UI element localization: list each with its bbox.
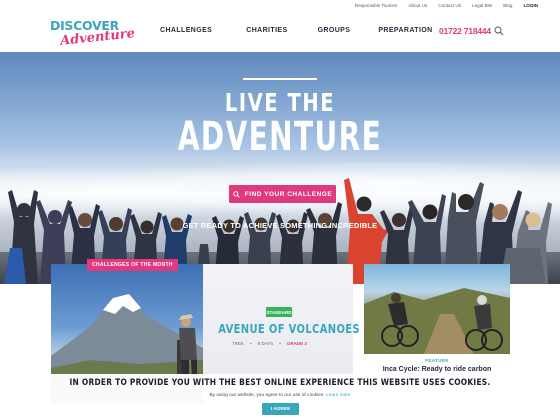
cookie-text: By using our website, you agree to our u… [0,393,560,398]
agree-button-label: I AGREE [270,406,291,412]
featured-title[interactable]: AVENUE OF VOLCANOES TREK [218,321,394,336]
main-nav: CHALLENGES CHARITIES GROUPS PREPARATION [160,27,433,34]
cyclists-illustration [364,288,510,354]
link-about-us[interactable]: About Us [408,3,427,8]
challenges-of-month-label: CHALLENGES OF THE MONTH [92,262,173,268]
challenges-of-month-tag: CHALLENGES OF THE MONTH [87,259,178,271]
nav-groups[interactable]: GROUPS [318,27,351,34]
learn-more-link[interactable]: Learn more [326,393,351,398]
standard-badge: STANDARD [266,307,292,317]
hero-title-line1: LIVE THE [224,88,336,117]
login-link[interactable]: LOGIN [523,3,538,8]
meta-grade: GRADE 3 [286,341,307,346]
search-icon[interactable] [494,26,504,36]
cyclists-image [364,264,510,354]
hero-tagline: GET READY TO ACHIEVE SOMETHING INCREDIBL… [182,221,378,230]
meta-days: 9 DAYS [257,341,274,346]
cookie-banner: IN ORDER TO PROVIDE YOU WITH THE BEST ON… [0,374,560,420]
nav-challenges[interactable]: CHALLENGES [160,27,212,34]
link-blog[interactable]: Blog [503,3,512,8]
meta-separator: • [279,341,281,346]
nav-preparation[interactable]: PREPARATION [378,27,432,34]
agree-button[interactable]: I AGREE [262,403,299,415]
link-responsible-tourism[interactable]: Responsible Tourism [355,3,398,8]
search-icon [233,190,240,198]
find-challenge-label: FIND YOUR CHALLENGE [244,190,333,198]
site-header: DISCOVER Adventure CHALLENGES CHARITIES … [0,12,560,52]
link-contact-us[interactable]: Contact Us [438,3,461,8]
feature-title[interactable]: Inca Cycle: Ready to ride carbon [364,366,510,373]
cookie-title: IN ORDER TO PROVIDE YOU WITH THE BEST ON… [69,378,491,388]
phone-number[interactable]: 01722 718444 [439,26,491,36]
hero-banner: LIVE THE ADVENTURE FIND YOUR CHALLENGE G… [0,52,560,284]
hero-title-line2: ADVENTURE [177,114,383,160]
find-challenge-button[interactable]: FIND YOUR CHALLENGE [229,185,336,203]
top-utility-bar: Responsible Tourism About Us Contact Us … [0,0,560,12]
link-legal-bits[interactable]: Legal Bits [472,3,492,8]
meta-separator: • [250,341,252,346]
logo[interactable]: DISCOVER Adventure [50,18,136,49]
hero-crowd-image [0,178,560,284]
feature-label: FEATURE [425,358,449,363]
nav-charities[interactable]: CHARITIES [246,27,287,34]
hero-divider [243,78,317,80]
cookie-message: By using our website, you agree to our u… [209,393,325,398]
utility-links: Responsible Tourism About Us Contact Us … [355,3,538,8]
featured-meta: TREK • 9 DAYS • GRADE 3 [232,341,307,346]
meta-type: TREK [232,341,245,346]
standard-badge-label: STANDARD [266,309,292,315]
